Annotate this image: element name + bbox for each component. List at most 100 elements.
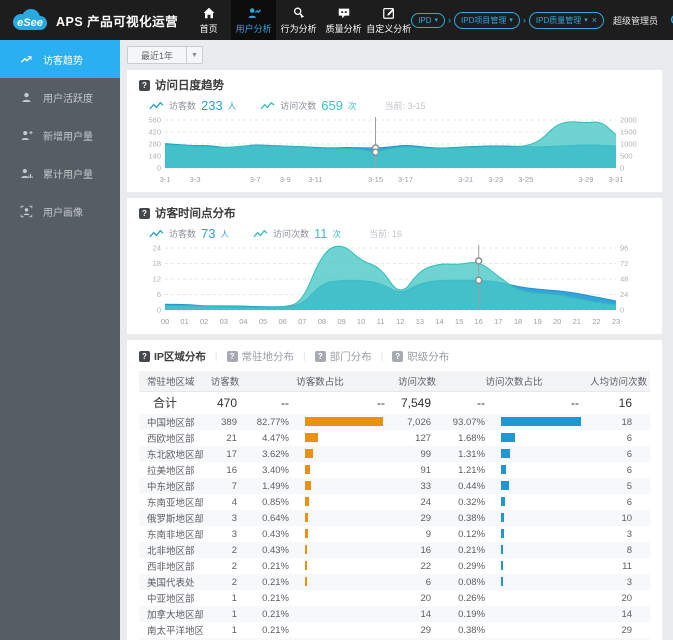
nav-item-custom-analysis[interactable]: 自定义分析 <box>366 0 411 40</box>
cell-visits[interactable]: 6 <box>393 574 441 590</box>
table-row[interactable]: 中东地区部 7 1.49% 33 0.44% 5 <box>139 478 651 494</box>
visitors-pct-bar <box>305 449 313 459</box>
table-row[interactable]: 西非地区部 2 0.21% 22 0.29% 11 <box>139 558 650 574</box>
col-visitors-pct[interactable]: 访客数占比 <box>247 371 394 392</box>
cell-visitors-pct: 0.21% <box>262 592 289 604</box>
chevron-down-icon[interactable]: ▾ <box>509 16 513 24</box>
cell-visitors[interactable]: 3 <box>203 510 247 526</box>
cell-visitors[interactable]: 16 <box>203 462 247 478</box>
cell-visits[interactable]: 20 <box>393 590 441 606</box>
hourly-chart[interactable]: 0612182402448729600 01 02 03 04 05 06 07 08 09 10 1… <box>139 242 650 330</box>
tab-separator: | <box>214 351 218 362</box>
cell-visitors[interactable]: 2 <box>203 574 247 590</box>
table-row[interactable]: 中亚地区部 1 0.21% 20 0.26% 20 <box>139 590 650 606</box>
svg-text:3-25: 3-25 <box>518 175 533 184</box>
table-row[interactable]: 西欧地区部 21 4.47% 127 1.68% 6 <box>139 430 650 446</box>
help-icon[interactable]: ? <box>139 79 150 91</box>
cell-visitors[interactable]: 1 <box>203 622 247 638</box>
col-visitors[interactable]: 访客数 <box>203 371 247 392</box>
cell-visitors[interactable]: 7 <box>203 478 247 494</box>
nav-item-home[interactable]: 首页 <box>186 0 231 40</box>
chevron-down-icon[interactable]: ▼ <box>186 47 202 63</box>
table-row[interactable]: 南太平洋地区部1 0.21% 29 0.38% 29 <box>139 622 650 638</box>
tab-IP区域分布[interactable]: ? IP区域分布 <box>139 349 206 364</box>
cell-visitors[interactable]: 1 <box>203 606 247 622</box>
esee-logo[interactable]: eSee <box>8 7 50 33</box>
cell-visits[interactable]: 99 <box>393 446 441 462</box>
admin-user-label[interactable]: 超级管理员 <box>613 14 658 27</box>
table-row[interactable]: 美国代表处 2 0.21% 6 0.08% 3 <box>139 574 651 590</box>
sidebar-item-new-users[interactable]: 新增用户量 <box>0 116 120 154</box>
table-row[interactable]: 拉美地区部 16 3.40% 91 1.21% 6 <box>139 462 650 478</box>
visits-pct-bar <box>501 497 506 507</box>
legend-visits[interactable]: 访问次数 11 次 <box>253 226 341 241</box>
breadcrumb-pill[interactable]: IPD质量管理 ▾ × <box>528 11 605 29</box>
svg-text:13: 13 <box>416 317 424 326</box>
legend-visitors[interactable]: 访客数 73 人 <box>149 226 229 241</box>
sidebar-item-visitor-trend[interactable]: 访客趋势 <box>0 40 120 78</box>
cell-visitors-pct: 0.21% <box>262 576 289 588</box>
close-icon[interactable]: × <box>592 15 597 25</box>
col-per-capita[interactable]: 人均访问次数 <box>587 371 651 392</box>
cell-visitors[interactable]: 2 <box>203 558 247 574</box>
tab-职级分布[interactable]: ? 职级分布 <box>392 349 449 364</box>
cell-visitors[interactable]: 4 <box>203 494 247 510</box>
table-row[interactable]: 北非地区部 2 0.43% 16 0.21% 8 <box>139 542 651 558</box>
cell-visits[interactable]: 22 <box>393 558 441 574</box>
cell-visits[interactable]: 16 <box>393 542 441 558</box>
svg-text:0: 0 <box>157 164 161 173</box>
table-row[interactable]: 俄罗斯地区部 3 0.64% 29 0.38% 10 <box>139 510 651 526</box>
table-row[interactable]: 加拿大地区部 1 0.21% 14 0.19% 14 <box>139 606 651 622</box>
cell-visits[interactable]: 91 <box>393 462 441 478</box>
cell-per-capita: 8 <box>626 544 633 556</box>
nav-item-behavior-analysis[interactable]: 行为分析 <box>276 0 321 40</box>
cell-visits-pct: 1.68% <box>458 432 486 444</box>
legend-visits[interactable]: 访问次数 659 次 <box>260 98 356 113</box>
col-region[interactable]: 常驻地区域 <box>139 371 203 392</box>
daily-trend-chart[interactable]: 0 140 280 420 560 0 500 1000 1500 2000 3-1 3-3 3-7 3-… <box>139 114 650 188</box>
cell-visitors[interactable]: 21 <box>203 430 247 446</box>
table-row[interactable]: 东北欧地区部 17 3.62% 99 1.31% 6 <box>139 446 651 462</box>
cell-visitors[interactable]: 3 <box>203 526 247 542</box>
cell-visitors[interactable]: 1 <box>203 590 247 606</box>
col-visits[interactable]: 访问次数 <box>393 371 442 392</box>
cell-visits[interactable]: 7,026 <box>393 414 441 430</box>
cell-visits[interactable]: 127 <box>393 430 441 446</box>
cell-visits[interactable]: 24 <box>393 494 441 510</box>
nav-item-user-analysis[interactable]: 用户分析 <box>231 0 277 40</box>
svg-text:3-23: 3-23 <box>488 175 503 184</box>
cell-visits[interactable]: 14 <box>393 606 441 622</box>
table-row[interactable]: 东南非地区部 3 0.43% 9 0.12% 3 <box>139 526 650 542</box>
tab-部门分布[interactable]: ? 部门分布 <box>314 349 372 364</box>
nav-item-label: 行为分析 <box>280 23 317 34</box>
cell-region: 中亚地区部 <box>147 594 195 605</box>
table-row[interactable]: 东南亚地区部 4 0.85% 24 0.32% 6 <box>139 494 650 510</box>
legend-visitors[interactable]: 访客数 233 人 <box>149 98 236 113</box>
chevron-down-icon[interactable]: ▾ <box>584 16 588 24</box>
table-row[interactable]: 中国地区部 389 82.77% 7,026 93.07% 18 <box>139 414 651 430</box>
cell-visits[interactable]: 29 <box>393 622 441 638</box>
cell-visits[interactable]: 9 <box>393 526 441 542</box>
col-visits-pct[interactable]: 访问次数占比 <box>441 371 588 392</box>
cell-visitors-bar <box>295 558 393 574</box>
cell-visits[interactable]: 33 <box>393 478 441 494</box>
help-icon[interactable]: ? <box>139 207 150 219</box>
search-icon[interactable] <box>669 13 673 28</box>
cell-visitors[interactable]: 389 <box>203 414 247 430</box>
cell-visits[interactable]: 29 <box>393 510 441 526</box>
tab-常驻地分布[interactable]: ? 常驻地分布 <box>226 349 294 364</box>
cell-visitors[interactable]: 17 <box>203 446 247 462</box>
sidebar-item-user-portrait[interactable]: 用户画像 <box>0 192 120 230</box>
cell-visitors[interactable]: 2 <box>203 542 247 558</box>
daily-trend-title: 访问日度趋势 <box>155 80 224 92</box>
total-visitors-pct: -- <box>247 391 295 414</box>
behavior-icon <box>292 6 306 20</box>
sidebar-item-total-users[interactable]: 累计用户量 <box>0 154 120 192</box>
svg-text:21: 21 <box>573 317 581 326</box>
breadcrumb-pill[interactable]: IPD ▾ <box>411 12 446 28</box>
chevron-down-icon[interactable]: ▾ <box>435 16 439 24</box>
nav-item-quality-analysis[interactable]: 质量分析 <box>321 0 366 40</box>
breadcrumb-pill[interactable]: IPD项目管理 ▾ <box>454 11 520 29</box>
date-range-select[interactable]: 最近1年 ▼ <box>127 46 204 64</box>
sidebar-item-user-activity[interactable]: 用户活跃度 <box>0 78 120 116</box>
